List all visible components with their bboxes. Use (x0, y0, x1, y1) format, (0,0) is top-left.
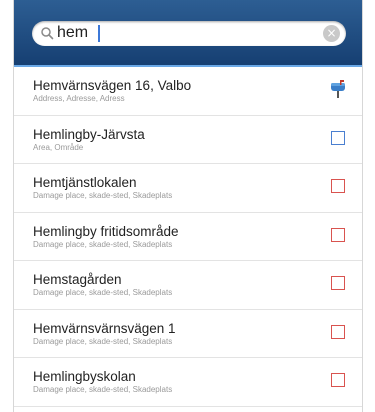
item-subtitle: Damage place, skade-sted, Skadeplats (33, 336, 173, 346)
list-item[interactable]: Hemlingbyskolan Damage place, skade-sted… (14, 358, 362, 407)
item-subtitle: Damage place, skade-sted, Skadeplats (33, 191, 173, 200)
item-title: Hemlingby fritidsområde (33, 223, 179, 239)
list-item[interactable]: Hemvärnsvägen 16, Valbo Address, Adresse… (14, 67, 362, 116)
app-frame: × Hemvärnsvägen 16, Valbo Address, Adres… (14, 0, 362, 412)
list-item[interactable]: Hemlingby-Järvsta Area, Område (14, 116, 362, 164)
item-subtitle: Area, Område (33, 142, 84, 152)
mailbox-icon (331, 80, 345, 98)
square-outline-red-icon (331, 227, 345, 242)
list-item[interactable]: Hemvärnsvärnsvägen 1 Damage place, skade… (14, 310, 362, 358)
square-outline-blue-icon (331, 130, 345, 145)
list-item[interactable]: Hemlingby fritidsområde Damage place, sk… (14, 213, 362, 261)
search-field[interactable]: × (32, 21, 346, 46)
search-bar: × (14, 0, 362, 65)
search-icon (41, 27, 54, 40)
list-item[interactable]: Hemstagården Damage place, skade-sted, S… (14, 261, 362, 310)
item-title: Hemstagården (33, 272, 122, 287)
item-subtitle: Address, Adresse, Adress (33, 94, 125, 103)
item-title: Hemlingbyskolan (33, 369, 136, 384)
item-subtitle: Damage place, skade-sted, Skadeplats (33, 239, 173, 249)
text-caret (98, 25, 100, 42)
item-title: Hemvärnsvärnsvägen 1 (33, 320, 176, 336)
square-outline-red-icon (331, 276, 345, 290)
clear-search-button[interactable]: × (323, 25, 340, 42)
square-outline-red-icon (331, 324, 345, 339)
item-title: Hemtjänstlokalen (33, 175, 137, 190)
list-item[interactable]: Hemtjänstlokalen Damage place, skade-ste… (14, 164, 362, 213)
square-outline-red-icon (331, 179, 345, 193)
results-list: Hemvärnsvägen 16, Valbo Address, Adresse… (14, 67, 362, 407)
item-title: Hemvärnsvägen 16, Valbo (33, 78, 192, 93)
square-outline-red-icon (331, 373, 345, 387)
item-title: Hemlingby-Järvsta (33, 126, 145, 142)
item-subtitle: Damage place, skade-sted, Skadeplats (33, 385, 173, 394)
item-subtitle: Damage place, skade-sted, Skadeplats (33, 288, 173, 297)
